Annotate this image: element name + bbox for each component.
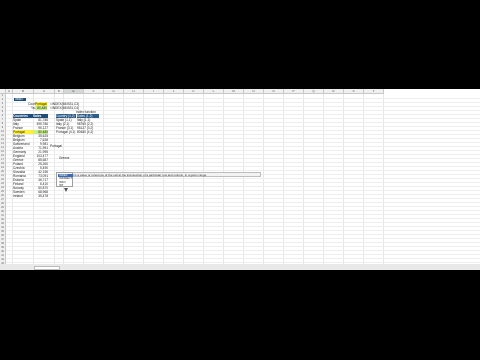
note-greece: Greece [59,156,70,160]
name-box[interactable]: INDEX [14,98,26,101]
grid-hline [6,162,480,163]
index-sales-cell[interactable]: 80480 (4,2) [77,130,93,134]
column-header-i[interactable]: I [144,89,164,94]
grid-hline [6,134,480,135]
grid-hline [6,222,480,223]
grid-hline [6,234,480,235]
column-header-q[interactable]: Q [304,89,324,94]
mouse-pointer-icon [64,188,68,192]
column-header-k[interactable]: K [184,89,204,94]
column-header-g[interactable]: G [104,89,124,94]
grid-hline [6,242,480,243]
grid-hline [6,154,480,155]
column-header-s[interactable]: S [344,89,364,94]
grid-hline [6,178,480,179]
grid-hline [6,238,480,239]
sales-cell[interactable]: 35,478 [33,194,48,198]
grid-hline [6,230,480,231]
grid-hline [6,226,480,227]
column-header-e[interactable]: E [64,89,84,94]
autocomplete-item[interactable]: INT [58,183,73,187]
grid-hline [6,166,480,167]
index-country-cell[interactable]: Portugal (4,1) [56,130,75,134]
column-header-r[interactable]: R [324,89,344,94]
function-tooltip: Returns a value or reference of the cell… [63,172,261,177]
column-header-n[interactable]: N [244,89,264,94]
grid-hline [6,170,480,171]
column-header-m[interactable]: M [224,89,244,94]
screen: ABCDEFGHIJKLMNOPQRST 1 2 3 4 5 6 7 8 9 10 11 12 13 14… [0,0,480,360]
grid-hline [6,138,480,139]
note-portugal: Portugal [50,144,62,148]
column-header-b[interactable]: B [13,89,34,94]
sheet-tab-bar [0,264,480,270]
function-autocomplete[interactable]: INDEX INDIRECT INFO INT [56,172,73,187]
grid-hline [6,186,480,187]
grid-hline [6,158,480,159]
column-header-o[interactable]: O [264,89,284,94]
grid-hline [6,198,480,199]
column-header-j[interactable]: J [164,89,184,94]
grid-hline [6,214,480,215]
grid-hline [6,150,480,151]
grid-hline [6,182,480,183]
tooltip-text: Returns a value or reference of the cell… [66,173,207,177]
grid-hline [6,218,480,219]
sheet-tab[interactable] [34,266,60,270]
grid-hline [6,98,480,99]
name-box-value: INDEX [15,97,23,101]
column-header-c[interactable]: C [34,89,55,94]
grid-hline [6,250,480,251]
grid-hline [6,262,480,263]
lookup-year-value[interactable]: 80,480 [35,106,47,110]
grid-hline [6,206,480,207]
grid-hline [6,194,480,195]
column-header-t[interactable]: T [364,89,384,94]
grid-hline [6,146,480,147]
column-header-l[interactable]: L [204,89,224,94]
lookup-formula-2[interactable]: =INDEX(B6:B31,C4) [50,106,79,110]
grid-hline [6,246,480,247]
grid-hline [6,142,480,143]
grid-hline [6,210,480,211]
grid-hline [6,258,480,259]
column-header-p[interactable]: P [284,89,304,94]
grid-hline [6,202,480,203]
country-cell[interactable]: Ireland [13,194,33,198]
grid-hline [6,254,480,255]
column-header-h[interactable]: H [124,89,144,94]
grid-hline [6,190,480,191]
column-header-f[interactable]: F [84,89,104,94]
